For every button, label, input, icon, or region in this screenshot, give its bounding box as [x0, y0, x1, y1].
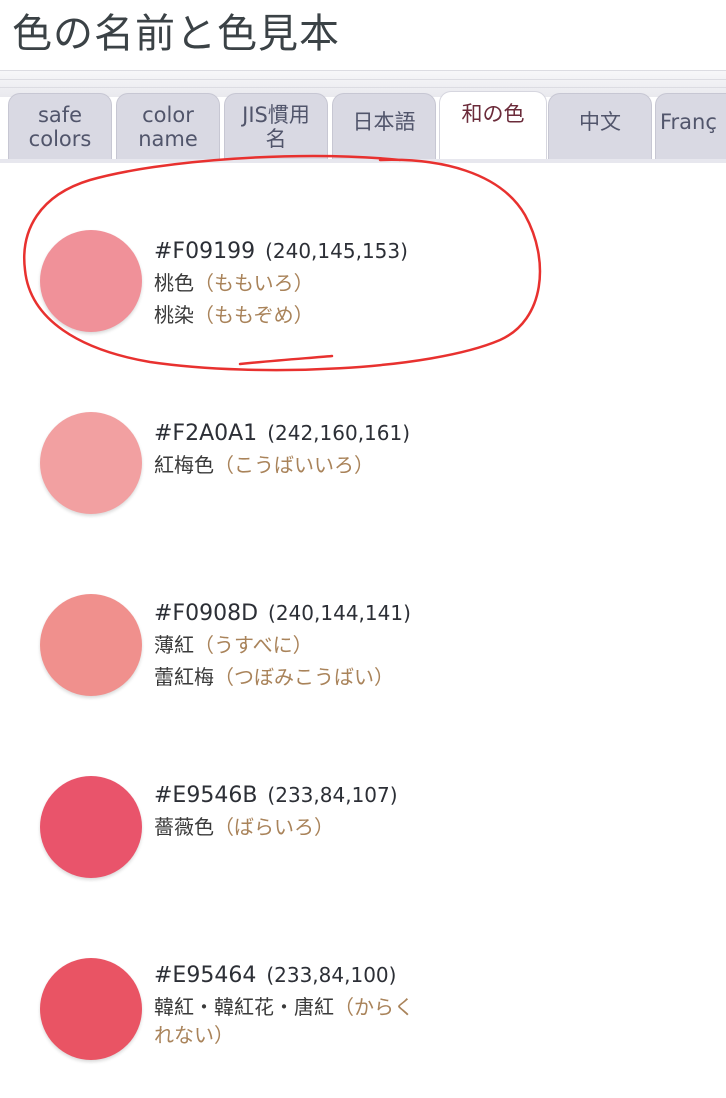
color-name-line: 蕾紅梅（つぼみこうばい） [154, 661, 411, 693]
color-hex-line: #F2A0A1 (242,160,161) [154, 418, 410, 449]
color-reading: （こうばいいろ） [214, 453, 374, 477]
color-rgb: (233,84,100) [266, 963, 397, 987]
color-entry: #F2A0A1 (242,160,161) 紅梅色（こうばいいろ） [0, 412, 726, 552]
tab-japanese[interactable]: 日本語 [332, 93, 436, 159]
color-name-line: れない） [154, 1023, 414, 1047]
color-entry: #F09199 (240,145,153) 桃色（ももいろ） 桃染（ももぞめ） [0, 230, 726, 370]
color-rgb: (233,84,107) [267, 783, 398, 807]
color-hex: #F0908D [154, 601, 259, 626]
color-rgb: (240,145,153) [265, 239, 408, 263]
color-name: 桃色 [154, 271, 194, 295]
tab-content-border [0, 159, 726, 183]
color-name: 桃染 [154, 303, 194, 327]
page-title: 色の名前と色見本 [12, 11, 340, 57]
color-hex: #F2A0A1 [154, 421, 258, 446]
color-name: 薄紅 [154, 633, 194, 657]
tab-wa-no-iro[interactable]: 和の色 [439, 91, 547, 161]
color-swatch [40, 594, 142, 696]
color-name: 蕾紅梅 [154, 665, 214, 689]
color-hex-line: #E9546B (233,84,107) [154, 780, 398, 811]
color-reading: （からく [334, 995, 414, 1019]
color-name-line: 薔薇色（ばらいろ） [154, 811, 398, 843]
color-name-line: 桃染（ももぞめ） [154, 299, 408, 331]
color-name: 韓紅・韓紅花・唐紅 [154, 995, 334, 1019]
color-name: 薔薇色 [154, 815, 214, 839]
tab-chinese[interactable]: 中文 [548, 93, 652, 159]
tab-jis-name[interactable]: JIS慣用 名 [224, 93, 328, 159]
tab-safe-colors[interactable]: safe colors [8, 93, 112, 159]
color-entry: #E9546B (233,84,107) 薔薇色（ばらいろ） [0, 776, 726, 916]
color-reading: （うすべに） [194, 633, 313, 657]
color-name-line: 韓紅・韓紅花・唐紅（からく [154, 991, 414, 1023]
tab-color-name[interactable]: color name [116, 93, 220, 159]
color-swatch [40, 230, 142, 332]
color-name-line: 薄紅（うすべに） [154, 629, 411, 661]
color-name-line: 紅梅色（こうばいいろ） [154, 449, 410, 481]
tab-french[interactable]: Franç [655, 93, 726, 159]
color-reading: （ばらいろ） [214, 815, 334, 839]
tab-bar: safe colors color name JIS慣用 名 日本語 和の色 中… [0, 91, 726, 161]
color-name-line: 桃色（ももいろ） [154, 267, 408, 299]
color-reading: （ももいろ） [194, 271, 314, 295]
color-hex: #E95464 [154, 963, 257, 988]
color-hex: #E9546B [154, 783, 258, 808]
color-hex-line: #E95464 (233,84,100) [154, 960, 414, 991]
color-reading: （つぼみこうばい） [214, 665, 394, 689]
color-name: 紅梅色 [154, 453, 214, 477]
color-entry: #E95464 (233,84,100) 韓紅・韓紅花・唐紅（からく れない） [0, 958, 726, 1098]
color-swatch [40, 776, 142, 878]
color-hex-line: #F0908D (240,144,141) [154, 598, 411, 629]
color-rgb: (240,144,141) [268, 601, 411, 625]
color-swatch [40, 412, 142, 514]
color-rgb: (242,160,161) [267, 421, 411, 445]
color-swatch [40, 958, 142, 1060]
color-hex: #F09199 [154, 239, 256, 264]
color-hex-line: #F09199 (240,145,153) [154, 236, 408, 267]
color-reading: れない） [154, 1023, 234, 1047]
color-entry: #F0908D (240,144,141) 薄紅（うすべに） 蕾紅梅（つぼみこうば… [0, 594, 726, 734]
color-reading: （ももぞめ） [194, 303, 314, 327]
